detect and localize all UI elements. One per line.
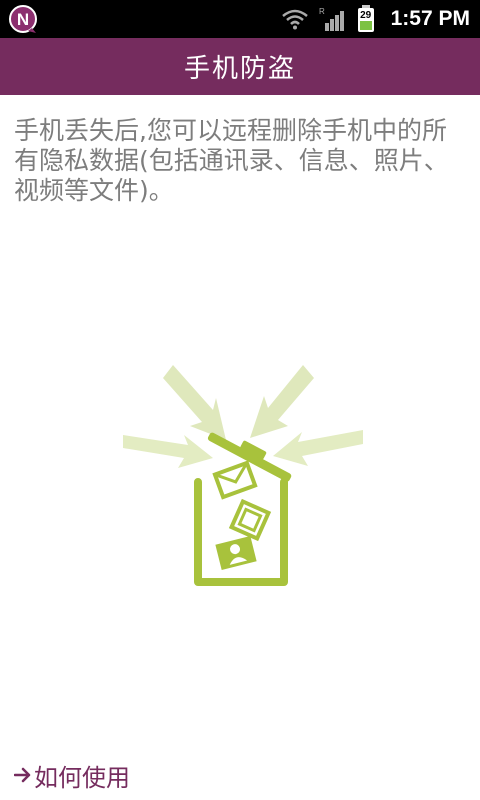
arrow-right-icon: [273, 430, 363, 466]
trash-bin-icon: [123, 365, 363, 586]
how-to-use-label: 如何使用: [34, 763, 130, 792]
arrow-top-right-icon: [250, 365, 314, 438]
how-to-use-link[interactable]: 如何使用: [14, 758, 130, 792]
roaming-indicator: R: [319, 7, 325, 16]
wifi-icon: [281, 9, 308, 30]
arrow-left-icon: [123, 435, 213, 468]
battery-level: 29: [360, 10, 372, 21]
page-title: 手机防盗: [183, 54, 296, 84]
signal-icon: R: [319, 7, 344, 31]
n-logo-icon: N: [9, 5, 37, 33]
status-bar: N R 29 1:57 PM: [0, 0, 480, 38]
status-time: 1:57 PM: [390, 7, 470, 30]
arrow-right-icon: [14, 767, 31, 783]
svg-text:N: N: [17, 10, 29, 29]
arrow-top-left-icon: [163, 365, 226, 440]
description-text: 手机丢失后,您可以远程删除手机中的所有隐私数据(包括通讯录、信息、照片、视频等文…: [14, 116, 449, 205]
title-bar: 手机防盗: [0, 38, 480, 95]
battery-icon: 29: [357, 5, 375, 33]
